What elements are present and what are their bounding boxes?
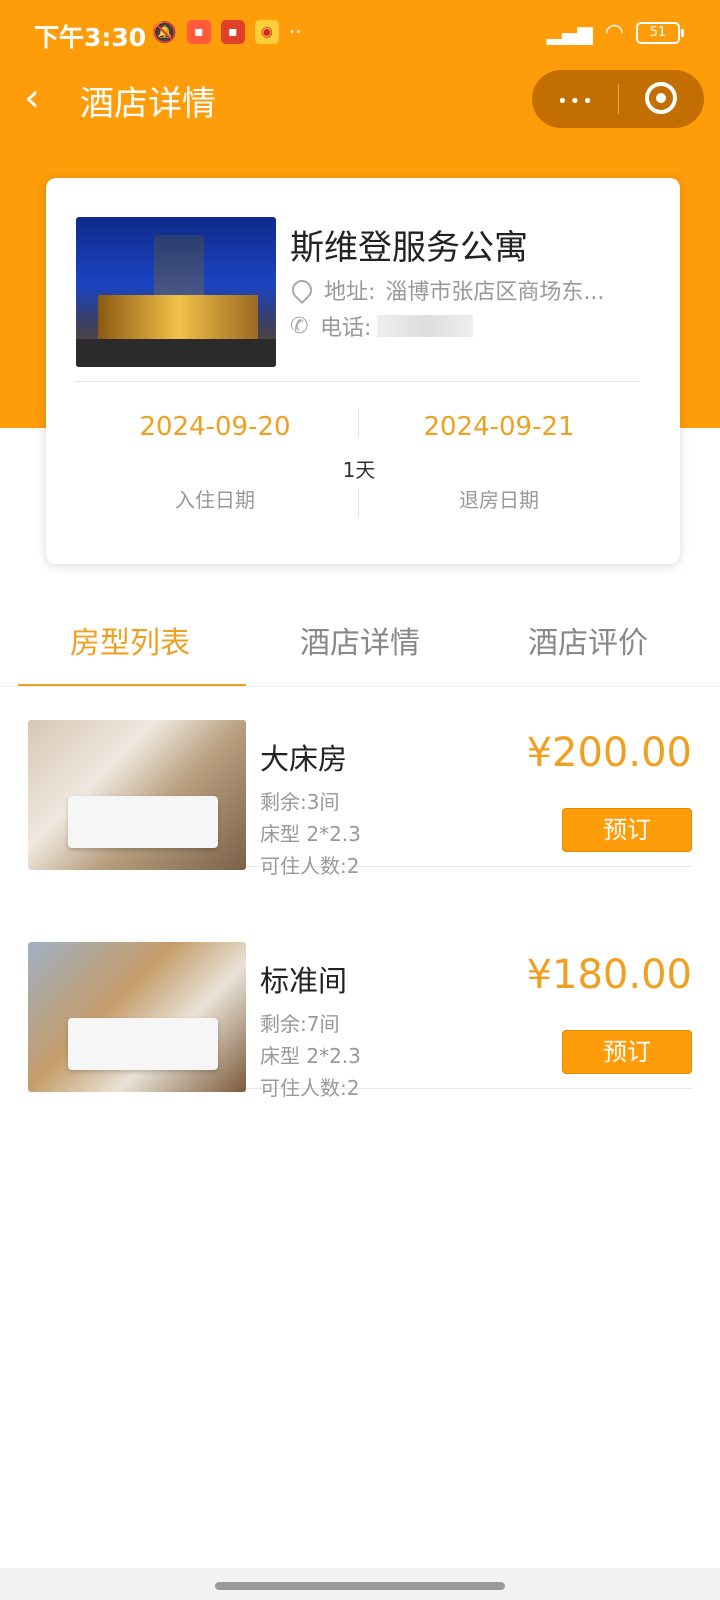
room-photo-bed	[68, 796, 218, 848]
book-button[interactable]: 预订	[562, 808, 692, 852]
room-remaining: 剩余:7间	[260, 1012, 340, 1036]
more-button[interactable]: •••	[554, 78, 598, 118]
battery-icon: 51	[636, 21, 684, 44]
miniprogram-capsule: •••	[532, 70, 704, 128]
room-remaining: 剩余:3间	[260, 790, 340, 814]
room-name: 大床房	[260, 742, 348, 776]
tab-bar: 房型列表 酒店详情 酒店评价	[0, 600, 720, 687]
app-orange-icon: ▪	[220, 20, 245, 44]
book-button[interactable]: 预订	[562, 1030, 692, 1074]
checkin-label: 入住日期	[175, 488, 255, 512]
checkin-date-block[interactable]: 2024-09-20 入住日期	[74, 412, 356, 513]
room-bed-type: 床型 2*2.3	[260, 822, 361, 846]
status-system-icons: ▂▄▆ ◠ 51	[546, 20, 684, 45]
hotel-name: 斯维登服务公寓	[290, 228, 528, 268]
room-bed-type: 床型 2*2.3	[260, 1044, 361, 1068]
back-button[interactable]: ‹	[24, 78, 64, 118]
tab-room-list[interactable]: 房型列表	[10, 618, 250, 662]
phone-icon: ✆	[290, 313, 309, 339]
status-bar: 下午3:30 🔕 ▪ ▪ ◉ ·· ▂▄▆ ◠ 51	[0, 14, 720, 58]
capsule-divider	[618, 84, 619, 114]
close-target-icon[interactable]	[645, 82, 677, 114]
app-red-icon: ▪	[186, 20, 211, 44]
room-photo-bed	[68, 1018, 218, 1070]
hotel-phone-row[interactable]: ✆ 电话:	[290, 310, 474, 342]
address-label: 地址:	[324, 280, 376, 305]
phone-value-redacted	[377, 315, 474, 337]
room-occupancy: 可住人数:2	[260, 1076, 360, 1100]
status-notification-icons: 🔕 ▪ ▪ ◉ ··	[152, 20, 302, 44]
hotel-photo-ground	[76, 339, 276, 367]
room-photo	[28, 720, 246, 870]
phone-label: 电话:	[320, 316, 372, 341]
hotel-photo-lobby	[98, 295, 258, 339]
page-title: 酒店详情	[80, 84, 216, 124]
hotel-address-row: 地址: 淄博市张店区商场东...	[287, 274, 605, 306]
checkout-date-block[interactable]: 2024-09-21 退房日期	[358, 412, 640, 513]
checkout-label: 退房日期	[459, 488, 539, 512]
chevron-left-icon: ‹	[24, 75, 40, 121]
hotel-info-card: 斯维登服务公寓 地址: 淄博市张店区商场东... ✆ 电话: 2024-09-2…	[46, 178, 680, 564]
card-divider	[74, 381, 640, 382]
room-occupancy: 可住人数:2	[260, 854, 360, 878]
more-dots-icon: ··	[288, 20, 302, 44]
battery-level: 51	[649, 25, 667, 40]
wifi-icon: ◠	[604, 20, 624, 45]
room-photo	[28, 942, 246, 1092]
tab-hotel-details[interactable]: 酒店详情	[240, 618, 480, 662]
location-pin-icon	[287, 275, 317, 305]
room-name: 标准间	[260, 964, 348, 998]
page: 下午3:30 🔕 ▪ ▪ ◉ ·· ▂▄▆ ◠ 51 ‹ 酒店详情 ••• 斯维…	[0, 0, 720, 1600]
mute-icon: 🔕	[152, 20, 177, 44]
signal-icon: ▂▄▆	[546, 20, 593, 45]
address-value: 淄博市张店区商场东...	[385, 280, 605, 305]
checkin-date: 2024-09-20	[139, 412, 291, 442]
room-price: ¥200.00	[526, 730, 692, 776]
hotel-photo	[76, 217, 276, 367]
room-list-item[interactable]: 标准间 剩余:7间 床型 2*2.3 可住人数:2 ¥180.00 预订	[28, 908, 692, 1100]
status-time: 下午3:30	[34, 23, 147, 52]
weibo-icon: ◉	[254, 20, 279, 44]
tab-hotel-reviews[interactable]: 酒店评价	[468, 618, 708, 662]
more-dots-icon: •••	[557, 91, 595, 112]
room-list-item[interactable]: 大床房 剩余:3间 床型 2*2.3 可住人数:2 ¥200.00 预订	[28, 686, 692, 878]
home-indicator[interactable]	[215, 1582, 505, 1590]
checkout-date: 2024-09-21	[423, 412, 575, 442]
room-price: ¥180.00	[526, 952, 692, 998]
